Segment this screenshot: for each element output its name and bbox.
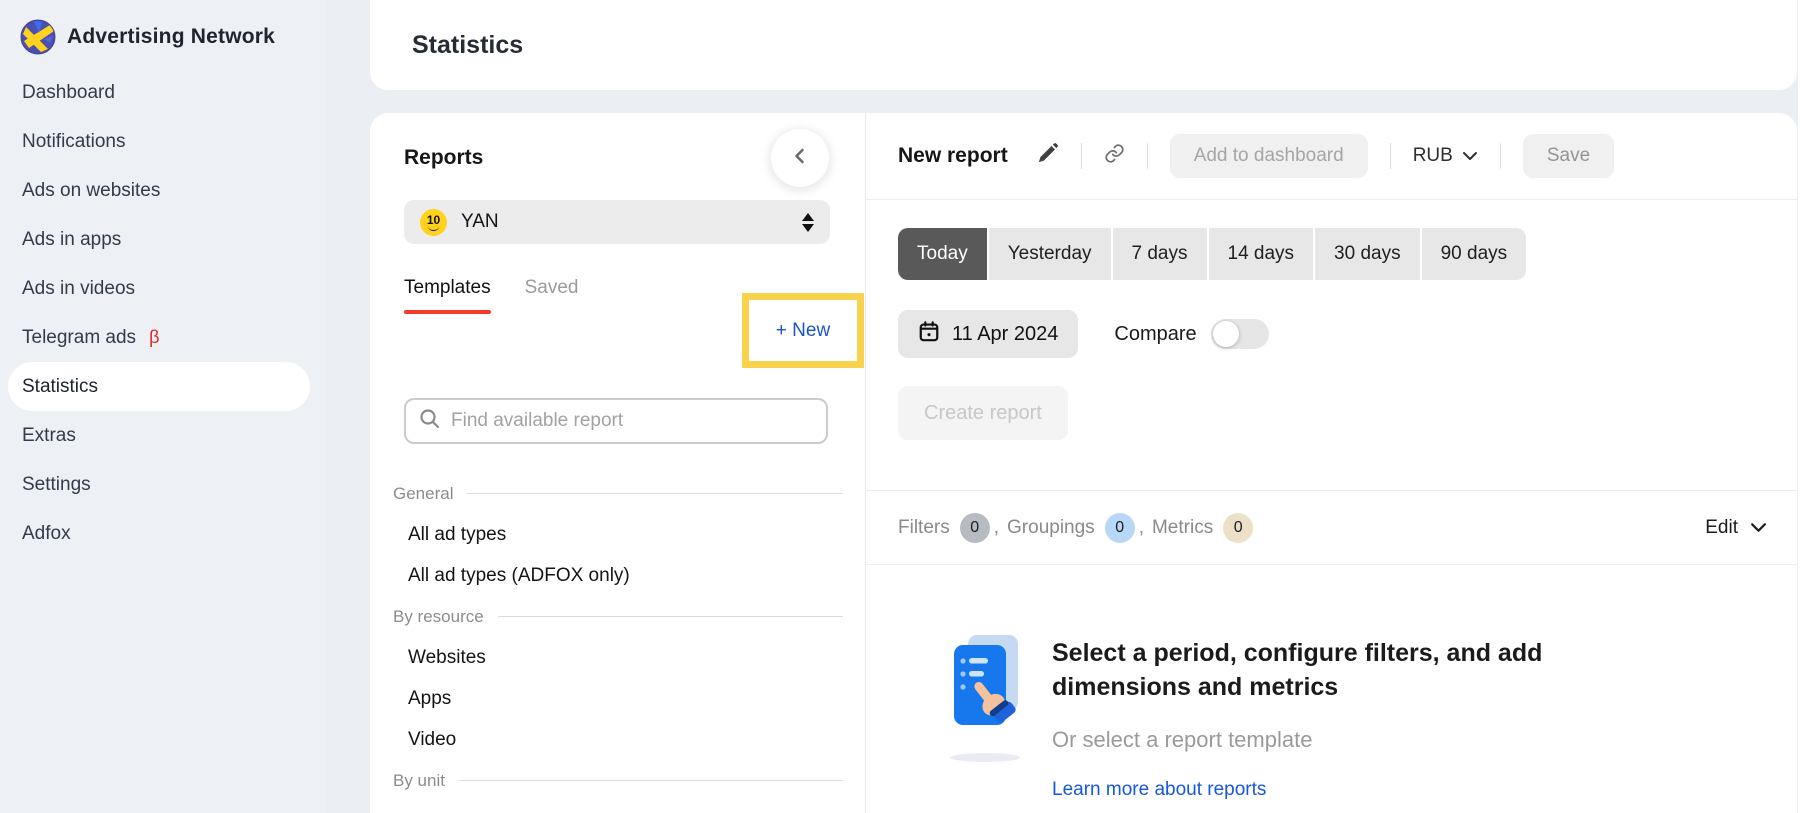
period-yesterday[interactable]: Yesterday xyxy=(989,228,1111,280)
sidebar-item-statistics[interactable]: Statistics xyxy=(8,362,310,411)
learn-more-link[interactable]: Learn more about reports xyxy=(1052,779,1266,801)
list-item[interactable]: Apps xyxy=(393,678,843,719)
metrics-count-badge[interactable]: 0 xyxy=(1223,513,1253,543)
add-to-dashboard-button[interactable]: Add to dashboard xyxy=(1170,134,1368,178)
period-today[interactable]: Today xyxy=(898,228,987,280)
save-button[interactable]: Save xyxy=(1523,134,1614,178)
content-card: Reports 10 YAN Templates Saved + New xyxy=(370,113,1797,813)
pencil-icon xyxy=(1036,142,1059,170)
link-icon xyxy=(1104,143,1125,169)
chevron-down-icon xyxy=(1750,517,1767,539)
tab-templates[interactable]: Templates xyxy=(404,277,491,314)
empty-state-subheading: Or select a report template xyxy=(1052,727,1572,753)
sidebar-item-notifications[interactable]: Notifications xyxy=(0,117,325,166)
period-30-days[interactable]: 30 days xyxy=(1315,228,1420,280)
page-header: Statistics xyxy=(370,0,1797,90)
filters-count-badge[interactable]: 0 xyxy=(960,513,990,543)
section-header-general: General xyxy=(393,473,843,514)
period-segmented-control: Today Yesterday 7 days 14 days 30 days 9… xyxy=(898,228,1526,280)
groupings-count-badge[interactable]: 0 xyxy=(1105,513,1135,543)
date-value: 11 Apr 2024 xyxy=(952,323,1058,346)
sidebar-item-adfox[interactable]: Adfox xyxy=(0,509,325,558)
template-list: General All ad types All ad types (ADFOX… xyxy=(393,473,843,801)
list-item[interactable]: All ad types xyxy=(393,514,843,555)
chevron-left-icon xyxy=(790,146,810,171)
list-item[interactable]: Websites xyxy=(393,637,843,678)
beta-badge: β xyxy=(149,327,159,348)
sidebar-menu: Dashboard Notifications Ads on websites … xyxy=(0,68,325,558)
brand-name: Advertising Network xyxy=(67,25,275,49)
scrollbar-track[interactable] xyxy=(1798,0,1804,813)
new-report-highlight-box: + New xyxy=(742,293,864,368)
report-editor: New report Add to dashboard RUB xyxy=(866,113,1797,813)
create-report-button[interactable]: Create report xyxy=(898,386,1068,440)
compare-toggle[interactable] xyxy=(1211,319,1269,349)
tab-saved[interactable]: Saved xyxy=(525,277,579,314)
search-input[interactable] xyxy=(451,410,814,432)
date-picker-button[interactable]: 11 Apr 2024 xyxy=(898,310,1078,358)
page-title: Statistics xyxy=(412,31,523,60)
date-row: 11 Apr 2024 Compare xyxy=(898,310,1269,358)
currency-select[interactable]: RUB xyxy=(1413,145,1478,167)
sidebar-item-telegram-ads[interactable]: Telegram ads β xyxy=(0,313,325,362)
new-report-link[interactable]: + New xyxy=(776,320,830,342)
section-header-by-unit: By unit xyxy=(393,760,843,801)
list-item[interactable]: Video xyxy=(393,719,843,760)
account-name: YAN xyxy=(461,211,499,233)
account-badge-icon: 10 xyxy=(420,209,447,236)
rename-report-button[interactable] xyxy=(1036,142,1059,170)
reports-panel: Reports 10 YAN Templates Saved + New xyxy=(370,113,866,813)
sidebar-item-ads-on-websites[interactable]: Ads on websites xyxy=(0,166,325,215)
search-icon xyxy=(418,407,441,435)
empty-state: Select a period, configure filters, and … xyxy=(946,633,1757,801)
report-title: New report xyxy=(898,144,1008,168)
calendar-icon xyxy=(918,320,940,348)
collapse-panel-button[interactable] xyxy=(771,129,829,187)
sidebar-item-extras[interactable]: Extras xyxy=(0,411,325,460)
reports-tabs: Templates Saved xyxy=(404,277,578,314)
list-item[interactable]: All ad types (ADFOX only) xyxy=(393,555,843,596)
account-selector[interactable]: 10 YAN xyxy=(404,200,830,244)
period-90-days[interactable]: 90 days xyxy=(1422,228,1527,280)
share-link-button[interactable] xyxy=(1104,143,1125,169)
period-7-days[interactable]: 7 days xyxy=(1113,228,1207,280)
sidebar-item-settings[interactable]: Settings xyxy=(0,460,325,509)
report-search[interactable] xyxy=(404,398,828,444)
report-illustration-icon xyxy=(946,633,1024,801)
brand-logo-icon xyxy=(20,19,56,55)
compare-label: Compare xyxy=(1114,323,1196,346)
period-14-days[interactable]: 14 days xyxy=(1209,228,1314,280)
sidebar-item-dashboard[interactable]: Dashboard xyxy=(0,68,325,117)
section-header-by-resource: By resource xyxy=(393,596,843,637)
sort-arrows-icon xyxy=(802,213,814,232)
reports-panel-title: Reports xyxy=(404,146,483,170)
groupings-label[interactable]: Groupings xyxy=(1007,517,1095,539)
chevron-down-icon xyxy=(1462,145,1478,167)
edit-config-dropdown[interactable]: Edit xyxy=(1705,517,1767,539)
filters-label[interactable]: Filters xyxy=(898,517,950,539)
empty-state-heading: Select a period, configure filters, and … xyxy=(1052,637,1572,705)
sidebar: Advertising Network Dashboard Notificati… xyxy=(0,0,325,813)
sidebar-item-ads-in-apps[interactable]: Ads in apps xyxy=(0,215,325,264)
metrics-label[interactable]: Metrics xyxy=(1152,517,1213,539)
report-config-summary: Filters 0 , Groupings 0 , Metrics 0 Edit xyxy=(866,491,1797,565)
report-editor-header: New report Add to dashboard RUB xyxy=(866,113,1797,200)
sidebar-item-ads-in-videos[interactable]: Ads in videos xyxy=(0,264,325,313)
brand[interactable]: Advertising Network xyxy=(0,0,325,56)
